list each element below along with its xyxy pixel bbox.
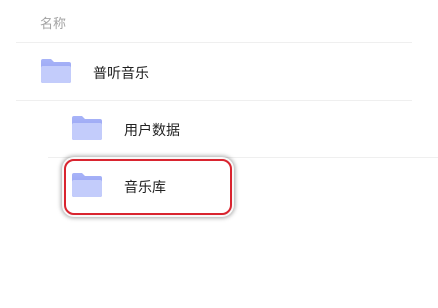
folder-row-yonghushuju[interactable]: 用户数据 bbox=[0, 101, 438, 157]
folder-row-putingyinyue[interactable]: 普听音乐 bbox=[0, 44, 438, 100]
name-column-header[interactable]: 名称 bbox=[40, 13, 66, 32]
folder-label: 普听音乐 bbox=[93, 66, 149, 82]
folder-label: 用户数据 bbox=[124, 123, 180, 139]
highlight-frame bbox=[64, 159, 232, 215]
folder-icon bbox=[40, 58, 72, 84]
file-browser: 名称 普听音乐 用户数据 音乐库 bbox=[0, 0, 438, 308]
divider bbox=[16, 42, 412, 43]
folder-icon bbox=[71, 115, 103, 141]
